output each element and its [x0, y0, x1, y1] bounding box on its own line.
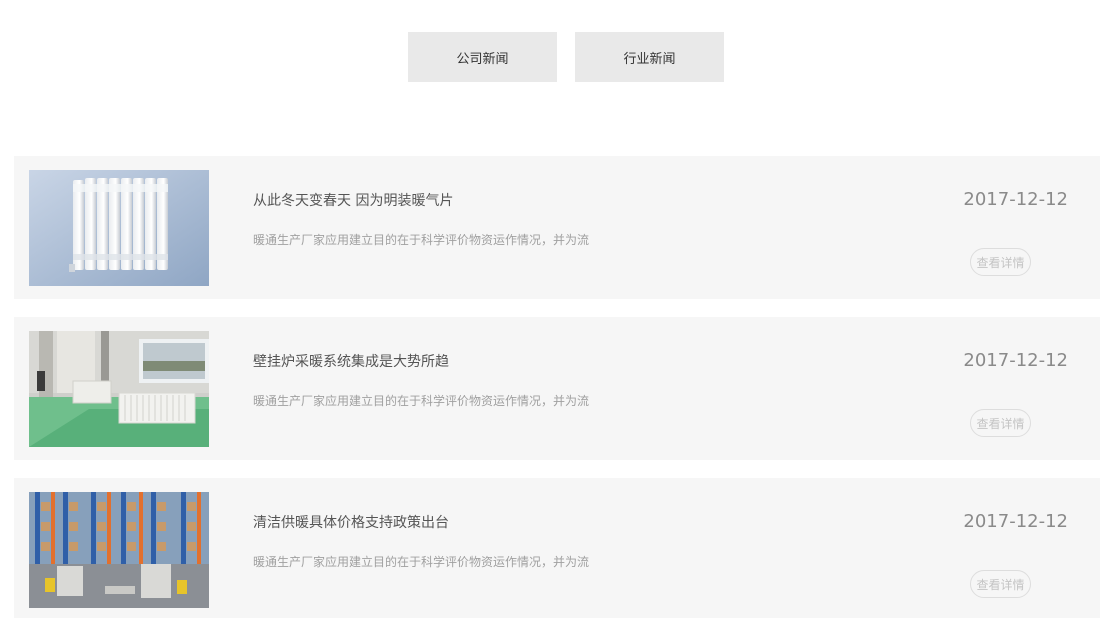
- news-title[interactable]: 从此冬天变春天 因为明装暖气片: [253, 190, 453, 210]
- tab-company-news[interactable]: 公司新闻: [408, 32, 557, 82]
- news-page: 公司新闻 行业新闻 从此冬天变春天 因为明装暖气片 暖通生产厂家应用建立目的在于…: [0, 0, 1100, 618]
- news-summary: 暖通生产厂家应用建立目的在于科学评价物资运作情况，并为流: [253, 555, 590, 569]
- news-thumbnail-radiator[interactable]: [29, 170, 209, 286]
- news-item: 壁挂炉采暖系统集成是大势所趋 暖通生产厂家应用建立目的在于科学评价物资运作情况，…: [14, 317, 1100, 460]
- view-details-button[interactable]: 查看详情: [970, 570, 1031, 598]
- view-details-button[interactable]: 查看详情: [970, 409, 1031, 437]
- news-date: 2017-12-12: [963, 350, 1068, 371]
- news-tabs: 公司新闻 行业新闻: [408, 32, 724, 82]
- news-list: 从此冬天变春天 因为明装暖气片 暖通生产厂家应用建立目的在于科学评价物资运作情况…: [14, 156, 1100, 618]
- news-summary: 暖通生产厂家应用建立目的在于科学评价物资运作情况，并为流: [253, 233, 590, 247]
- news-summary: 暖通生产厂家应用建立目的在于科学评价物资运作情况，并为流: [253, 394, 590, 408]
- news-date: 2017-12-12: [963, 511, 1068, 532]
- view-details-button[interactable]: 查看详情: [970, 248, 1031, 276]
- news-thumbnail-room-radiator[interactable]: [29, 331, 209, 447]
- news-title[interactable]: 壁挂炉采暖系统集成是大势所趋: [253, 351, 449, 371]
- news-date: 2017-12-12: [963, 189, 1068, 210]
- news-thumbnail-warehouse[interactable]: [29, 492, 209, 608]
- news-item: 从此冬天变春天 因为明装暖气片 暖通生产厂家应用建立目的在于科学评价物资运作情况…: [14, 156, 1100, 299]
- news-title[interactable]: 清洁供暖具体价格支持政策出台: [253, 512, 449, 532]
- news-item: 清洁供暖具体价格支持政策出台 暖通生产厂家应用建立目的在于科学评价物资运作情况，…: [14, 478, 1100, 618]
- tab-industry-news[interactable]: 行业新闻: [575, 32, 724, 82]
